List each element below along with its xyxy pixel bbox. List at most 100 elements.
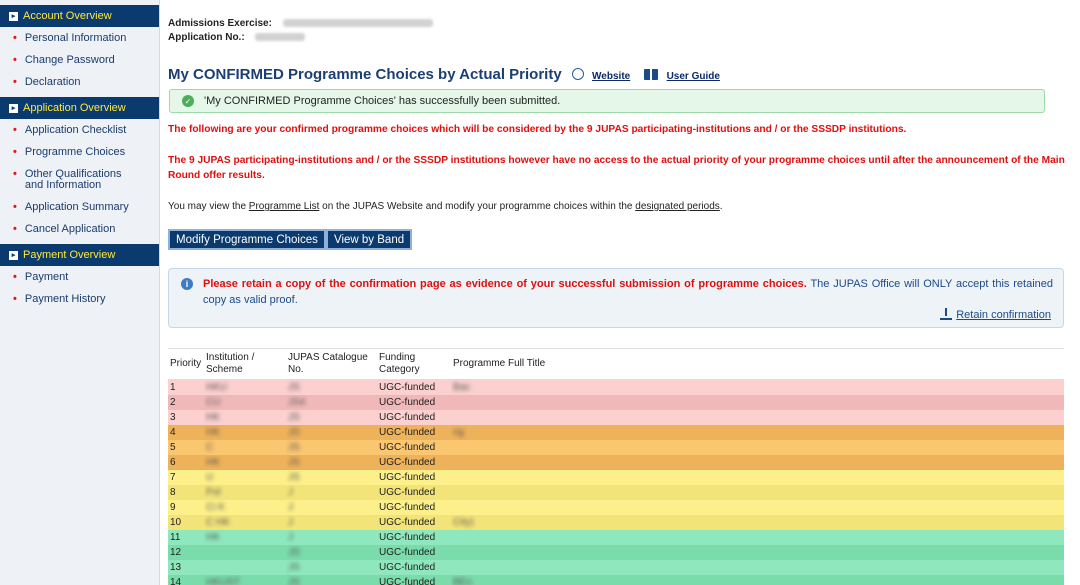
notice-text: Please retain a copy of the confirmation… — [203, 276, 1053, 308]
cell-title — [451, 395, 1064, 410]
cell-funding-text: UGC-funded — [379, 562, 436, 573]
sidebar-item-change-password[interactable]: • Change Password — [0, 49, 159, 71]
cell-funding-text: UGC-funded — [379, 502, 436, 513]
cell-catalogue-text: JS — [288, 442, 300, 453]
cell-priority-text: 8 — [170, 487, 176, 498]
info-text: You may view the — [168, 201, 249, 212]
cell-priority-text: 9 — [170, 502, 176, 513]
sidebar-item-label: Cancel Application — [24, 223, 116, 235]
redacted-value — [255, 33, 306, 42]
cell-funding: UGC-funded — [377, 560, 451, 575]
cell-catalogue: JS — [286, 410, 377, 425]
table-header-row: Priority Institution / Scheme JUPAS Cata… — [168, 348, 1064, 380]
cell-institution: U — [204, 470, 286, 485]
cell-funding-text: UGC-funded — [379, 457, 436, 468]
table-row: 7 U JS UGC-funded — [168, 470, 1064, 485]
designated-periods-link[interactable]: designated periods — [635, 201, 720, 212]
cell-funding: UGC-funded — [377, 575, 451, 585]
cell-title — [451, 485, 1064, 500]
sidebar-item-personal-information[interactable]: • Personal Information — [0, 27, 159, 49]
sidebar-item-declaration[interactable]: • Declaration — [0, 71, 159, 93]
user-guide-link[interactable]: User Guide — [667, 71, 720, 82]
cell-priority-text: 14 — [170, 577, 182, 585]
cell-funding-text: UGC-funded — [379, 487, 436, 498]
book-icon — [644, 69, 659, 80]
header-institution: Institution / Scheme — [204, 348, 286, 380]
cell-catalogue: JS — [286, 455, 377, 470]
globe-icon — [571, 68, 584, 80]
cell-catalogue-text: J — [288, 502, 293, 513]
cell-priority-text: 5 — [170, 442, 176, 453]
cell-institution: C HK — [204, 515, 286, 530]
sidebar-item-payment[interactable]: • Payment — [0, 266, 159, 288]
sidebar-section-application-overview[interactable]: ▸ Application Overview — [0, 97, 159, 119]
cell-catalogue: JS — [286, 379, 377, 395]
sidebar-item-application-summary[interactable]: • Application Summary — [0, 196, 159, 218]
bullet-icon: • — [13, 146, 17, 158]
download-icon — [940, 308, 953, 320]
page-title-text: My CONFIRMED Programme Choices by Actual… — [168, 66, 562, 83]
cell-priority: 2 — [168, 395, 204, 410]
cell-title-text: City) — [453, 517, 474, 528]
sidebar-section-label: Payment Overview — [23, 249, 116, 261]
cell-priority: 3 — [168, 410, 204, 425]
sidebar-item-cancel-application[interactable]: • Cancel Application — [0, 218, 159, 240]
bullet-icon: • — [13, 32, 17, 44]
cell-catalogue: JS — [286, 575, 377, 585]
cell-funding: UGC-funded — [377, 379, 451, 395]
sidebar-section-label: Application Overview — [23, 102, 126, 114]
cell-title — [451, 560, 1064, 575]
cell-institution: Pol — [204, 485, 286, 500]
cell-institution — [204, 545, 286, 560]
cell-funding: UGC-funded — [377, 500, 451, 515]
cell-catalogue: J — [286, 500, 377, 515]
bullet-icon: • — [13, 271, 17, 283]
cell-catalogue: JS — [286, 470, 377, 485]
cell-catalogue: JS4 — [286, 395, 377, 410]
website-link[interactable]: Website — [592, 71, 630, 82]
cell-institution-text: C — [206, 442, 214, 453]
table-row: 2 CU JS4 UGC-funded — [168, 395, 1064, 410]
cell-catalogue-text: J — [288, 517, 293, 528]
cell-catalogue-text: JS — [288, 472, 300, 483]
cell-title: Bac — [451, 379, 1064, 395]
sidebar-item-programme-choices[interactable]: • Programme Choices — [0, 141, 159, 163]
sidebar-item-application-checklist[interactable]: • Application Checklist — [0, 119, 159, 141]
modify-choices-button[interactable]: Modify Programme Choices — [168, 229, 326, 250]
cell-institution: HKUST — [204, 575, 286, 585]
bullet-icon: • — [13, 223, 17, 235]
retain-confirmation-link[interactable]: Retain confirmation — [940, 308, 1051, 321]
sidebar-item-payment-history[interactable]: • Payment History — [0, 288, 159, 310]
cell-funding-text: UGC-funded — [379, 517, 436, 528]
cell-priority-text: 1 — [170, 382, 176, 393]
cell-priority: 10 — [168, 515, 204, 530]
table-row: 13 JS UGC-funded — [168, 560, 1064, 575]
cell-catalogue-text: JS — [288, 562, 300, 573]
cell-priority: 7 — [168, 470, 204, 485]
cell-funding: UGC-funded — [377, 530, 451, 545]
cell-institution: HKU — [204, 379, 286, 395]
cell-funding-text: UGC-funded — [379, 412, 436, 423]
sidebar-item-other-qualifications[interactable]: • Other Qualifications and Information — [0, 163, 159, 196]
programme-list-link[interactable]: Programme List — [249, 201, 320, 212]
cell-title — [451, 470, 1064, 485]
cell-catalogue: JS — [286, 425, 377, 440]
sidebar-section-account-overview[interactable]: ▸ Account Overview — [0, 5, 159, 27]
cell-catalogue: J — [286, 515, 377, 530]
check-icon: ✓ — [182, 95, 194, 107]
cell-title-text: ng — [453, 427, 465, 438]
info-icon: i — [181, 278, 193, 290]
cell-title-text: BEn — [453, 577, 472, 585]
cell-institution: HK — [204, 425, 286, 440]
cell-funding-text: UGC-funded — [379, 397, 436, 408]
cell-funding-text: UGC-funded — [379, 532, 436, 543]
cell-priority-text: 2 — [170, 397, 176, 408]
table-row: 8 Pol J UGC-funded — [168, 485, 1064, 500]
view-by-band-button[interactable]: View by Band — [326, 229, 413, 250]
cell-priority: 13 — [168, 560, 204, 575]
table-row: 9 Ci K J UGC-funded — [168, 500, 1064, 515]
cell-funding: UGC-funded — [377, 425, 451, 440]
cell-priority: 11 — [168, 530, 204, 545]
cell-institution: Ci K — [204, 500, 286, 515]
sidebar-section-payment-overview[interactable]: ▸ Payment Overview — [0, 244, 159, 266]
